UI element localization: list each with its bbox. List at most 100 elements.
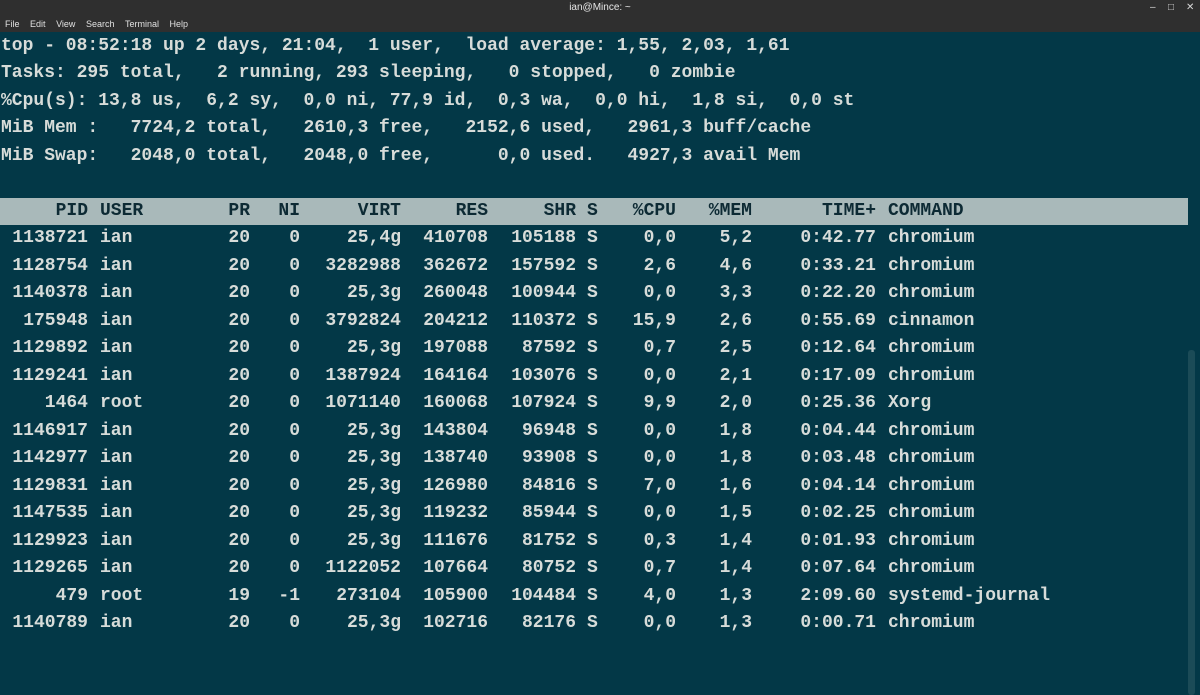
state-cell: S — [587, 420, 598, 441]
table-row: 1146917 ian 20 0 25,3g 143804 96948 S 0,0 1,8 0:04… — [0, 418, 1188, 445]
shr-cell: 80752 — [521, 558, 576, 578]
user-cell: ian — [100, 365, 133, 386]
time-cell: 0:04.44 — [800, 420, 876, 441]
virt-cell: 3792824 — [325, 310, 401, 331]
time-cell: 0:03.48 — [800, 448, 876, 468]
command-cell: chromium — [888, 255, 975, 276]
header-time: TIME+ — [821, 201, 876, 221]
table-row: 479 root 19 -1 273104 105900 104484 S 4,0 1,3 2:09… — [0, 583, 1188, 610]
command-cell: chromium — [888, 338, 975, 358]
cpu-cell: 0,3 — [643, 530, 676, 551]
table-row: 1129923 ian 20 0 25,3g 111676 81752 S 0,3 1,4 0:01… — [0, 528, 1188, 555]
summary-cpu-line: %Cpu(s): 13,8 us, 6,2 sy, 0,0 ni, 77,9 i… — [1, 91, 855, 111]
maximize-icon[interactable]: □ — [1168, 1, 1174, 15]
shr-cell: 82176 — [521, 613, 576, 633]
priority-cell: 20 — [228, 475, 250, 496]
time-cell: 0:12.64 — [800, 338, 876, 358]
menu-search[interactable]: Search — [86, 17, 115, 32]
table-row: 1140378 ian 20 0 25,3g 260048 100944 S 0,0 3,3 0:2… — [0, 280, 1188, 307]
time-cell: 0:00.71 — [800, 613, 876, 633]
time-cell: 0:04.14 — [800, 475, 876, 496]
cpu-cell: 0,0 — [643, 448, 676, 468]
header-ni: NI — [278, 201, 300, 221]
nice-cell: 0 — [289, 283, 300, 303]
cpu-cell: 0,0 — [643, 283, 676, 303]
res-cell: 102716 — [423, 613, 488, 633]
time-cell: 0:07.64 — [800, 558, 876, 578]
command-cell: Xorg — [888, 393, 932, 413]
header-mem: %MEM — [708, 201, 752, 221]
pid-cell: 1147535 — [12, 503, 88, 523]
cpu-cell: 2,6 — [643, 255, 676, 276]
virt-cell: 1122052 — [325, 558, 401, 578]
command-cell: chromium — [888, 283, 975, 303]
terminal-area[interactable]: top - 08:52:18 up 2 days, 21:04, 1 user,… — [0, 32, 1200, 695]
table-row: 1147535 ian 20 0 25,3g 119232 85944 S 0,0 1,5 0:02… — [0, 500, 1188, 527]
user-cell: ian — [100, 558, 133, 578]
pid-cell: 1140789 — [12, 613, 88, 633]
res-cell: 126980 — [423, 475, 488, 496]
state-cell: S — [587, 283, 598, 303]
user-cell: ian — [100, 310, 133, 331]
mem-cell: 5,2 — [719, 228, 752, 248]
close-icon[interactable]: ✕ — [1186, 1, 1194, 15]
terminal-scrollbar[interactable] — [1188, 350, 1195, 695]
cpu-cell: 0,7 — [643, 558, 676, 578]
command-cell: systemd-journal — [888, 585, 1051, 606]
priority-cell: 19 — [228, 585, 250, 606]
priority-cell: 20 — [228, 283, 250, 303]
pid-cell: 1140378 — [12, 283, 88, 303]
command-cell: chromium — [888, 475, 975, 496]
res-cell: 204212 — [423, 310, 488, 331]
header-shr: SHR — [543, 201, 576, 221]
state-cell: S — [587, 338, 598, 358]
res-cell: 362672 — [423, 255, 488, 276]
summary-tasks-line: Tasks: 295 total, 2 running, 293 sleepin… — [1, 63, 736, 83]
user-cell: ian — [100, 283, 133, 303]
priority-cell: 20 — [228, 310, 250, 331]
virt-cell: 25,3g — [346, 503, 401, 523]
nice-cell: 0 — [289, 475, 300, 496]
res-cell: 197088 — [423, 338, 488, 358]
menu-terminal[interactable]: Terminal — [125, 17, 159, 32]
nice-cell: 0 — [289, 503, 300, 523]
command-cell: chromium — [888, 448, 975, 468]
menu-help[interactable]: Help — [170, 17, 189, 32]
pid-cell: 1146917 — [12, 420, 88, 441]
table-row: 1129265 ian 20 0 1122052 107664 80752 S 0,7 1,4 0:… — [0, 555, 1188, 582]
menu-file[interactable]: File — [5, 17, 20, 32]
virt-cell: 1387924 — [325, 365, 401, 386]
time-cell: 0:25.36 — [800, 393, 876, 413]
menu-view[interactable]: View — [56, 17, 75, 32]
shr-cell: 93908 — [521, 448, 576, 468]
virt-cell: 25,3g — [346, 475, 401, 496]
shr-cell: 100944 — [511, 283, 576, 303]
pid-cell: 1129923 — [12, 530, 88, 551]
mem-cell: 2,0 — [719, 393, 752, 413]
virt-cell: 273104 — [336, 585, 401, 606]
pid-cell: 1138721 — [12, 228, 88, 248]
minimize-icon[interactable]: – — [1150, 1, 1156, 15]
nice-cell: 0 — [289, 365, 300, 386]
table-row: 1129831 ian 20 0 25,3g 126980 84816 S 7,0 1,6 0:04… — [0, 473, 1188, 500]
nice-cell: 0 — [289, 420, 300, 441]
header-res: RES — [455, 201, 488, 221]
user-cell: root — [100, 393, 144, 413]
header-state: S — [587, 201, 598, 221]
res-cell: 143804 — [423, 420, 488, 441]
priority-cell: 20 — [228, 558, 250, 578]
shr-cell: 157592 — [511, 255, 576, 276]
command-cell: chromium — [888, 530, 975, 551]
priority-cell: 20 — [228, 448, 250, 468]
priority-cell: 20 — [228, 420, 250, 441]
user-cell: ian — [100, 228, 133, 248]
state-cell: S — [587, 503, 598, 523]
pid-cell: 479 — [55, 585, 88, 606]
nice-cell: 0 — [289, 558, 300, 578]
user-cell: ian — [100, 503, 133, 523]
virt-cell: 25,3g — [346, 283, 401, 303]
mem-cell: 1,3 — [719, 585, 752, 606]
nice-cell: 0 — [289, 310, 300, 331]
menu-edit[interactable]: Edit — [30, 17, 46, 32]
virt-cell: 25,3g — [346, 613, 401, 633]
